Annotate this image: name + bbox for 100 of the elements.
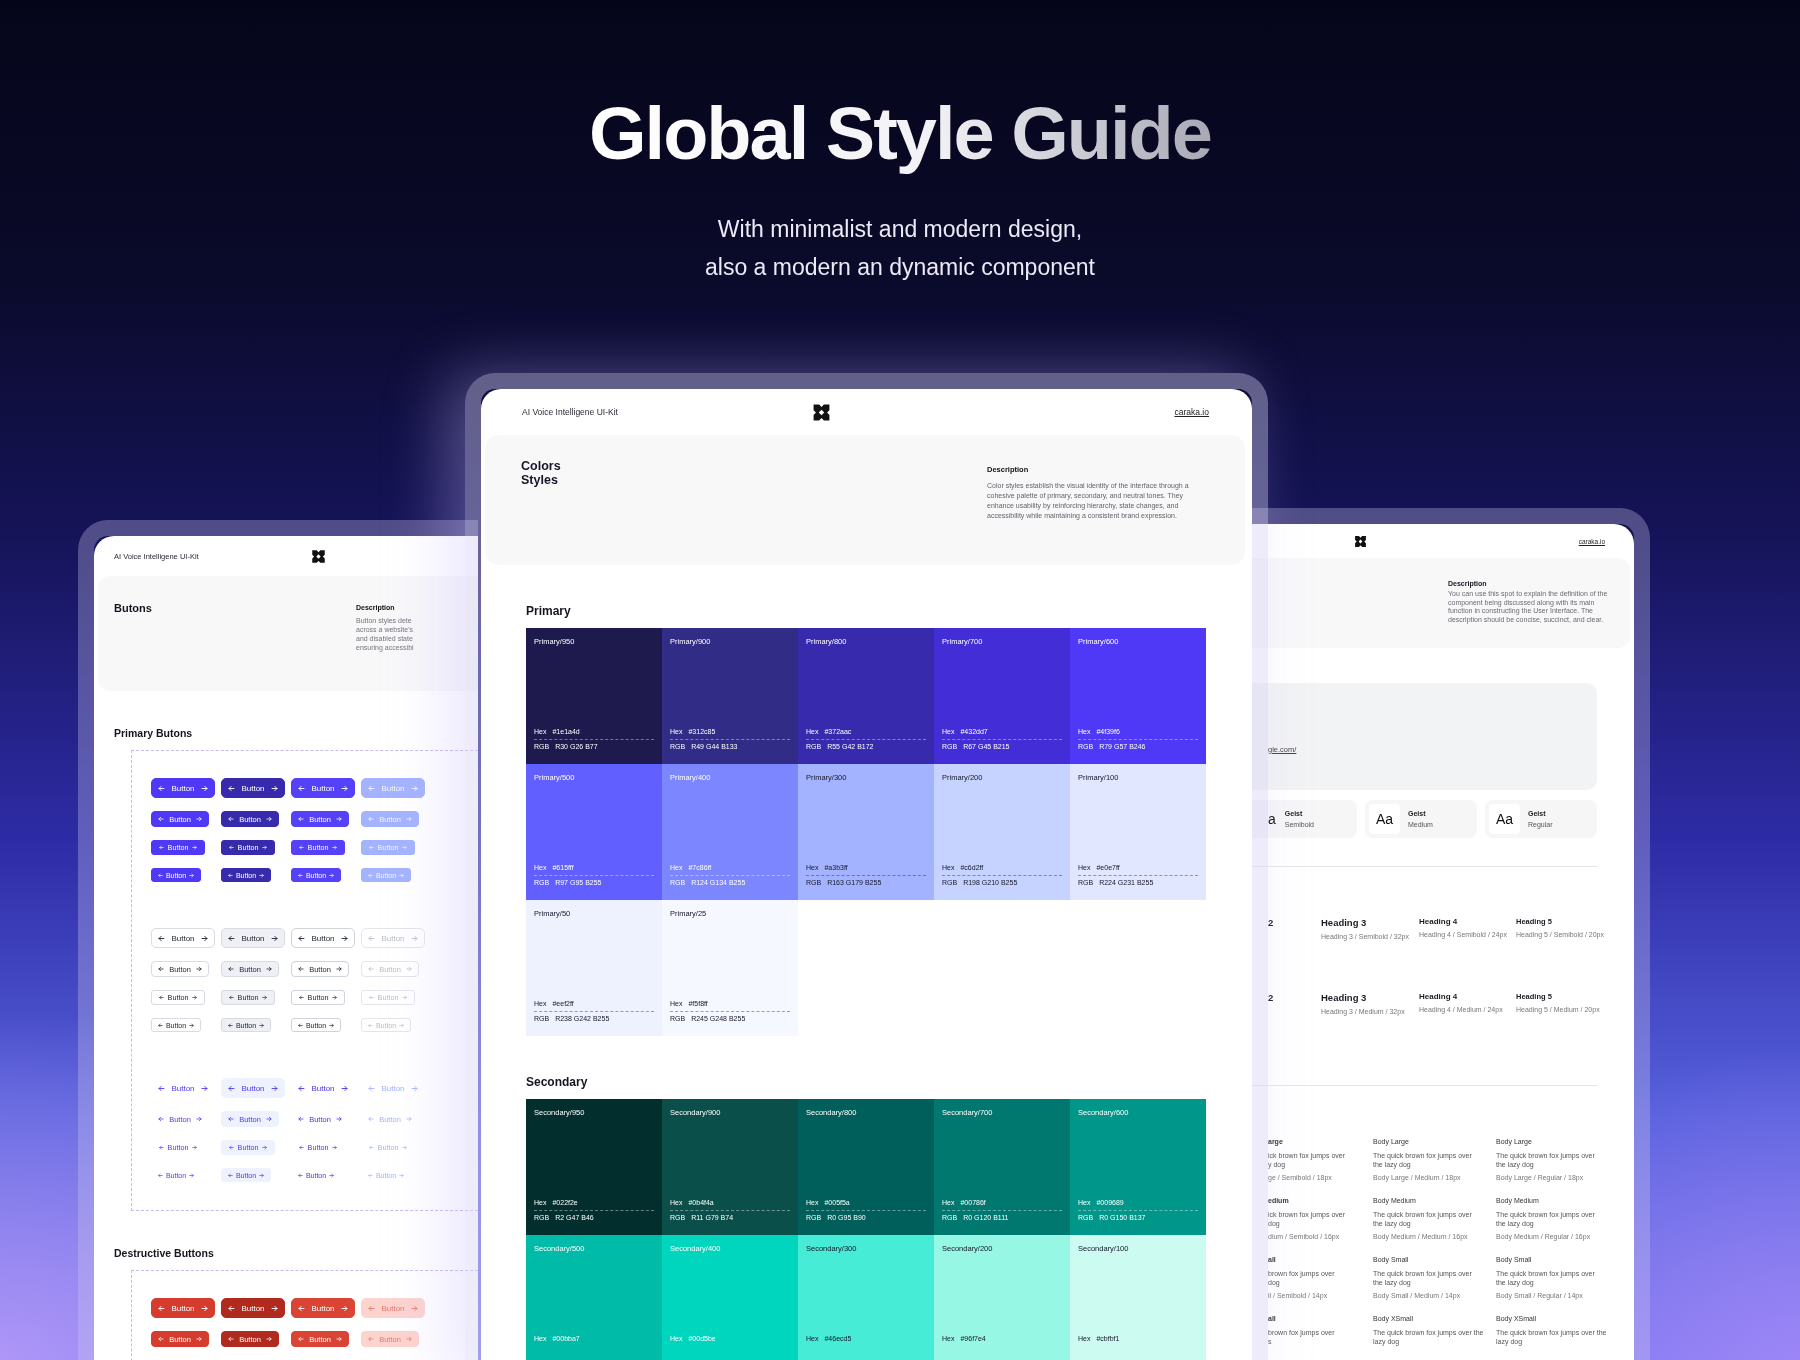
arrow-right-icon bbox=[189, 1172, 195, 1178]
arrow-right-icon bbox=[405, 1336, 412, 1342]
arrow-left-icon bbox=[158, 934, 166, 942]
logo-icon bbox=[311, 548, 326, 564]
arrow-left-icon bbox=[157, 1022, 163, 1028]
demo-button[interactable]: Button bbox=[221, 1078, 285, 1098]
section-title: Primary bbox=[526, 603, 572, 619]
arrow-left-icon bbox=[158, 845, 164, 850]
arrow-left-icon bbox=[298, 845, 304, 850]
arrow-right-icon bbox=[195, 816, 202, 822]
demo-button[interactable]: Button bbox=[151, 778, 215, 798]
arrow-right-icon bbox=[335, 966, 342, 972]
arrow-right-icon bbox=[195, 1336, 202, 1342]
demo-button[interactable]: Button bbox=[221, 778, 285, 798]
font-sample: Aa bbox=[1369, 804, 1400, 834]
arrow-left-icon bbox=[368, 934, 376, 942]
arrow-right-icon bbox=[329, 872, 335, 878]
arrow-right-icon bbox=[270, 1304, 278, 1312]
arrow-right-icon bbox=[192, 995, 198, 1000]
arrow-right-icon bbox=[405, 816, 412, 822]
demo-button[interactable]: Button bbox=[291, 1078, 355, 1098]
arrow-right-icon bbox=[262, 845, 268, 850]
arrow-left-icon bbox=[228, 995, 234, 1000]
arrow-right-icon bbox=[200, 1084, 208, 1092]
arrow-right-icon bbox=[405, 966, 412, 972]
arrow-right-icon bbox=[332, 1145, 338, 1150]
arrow-left-icon bbox=[368, 784, 376, 792]
arrow-right-icon bbox=[410, 1304, 418, 1312]
heading-sample: Heading 4 bbox=[1419, 992, 1459, 1001]
demo-button[interactable]: Button bbox=[291, 1298, 355, 1318]
arrow-right-icon bbox=[410, 784, 418, 792]
arrow-left-icon bbox=[158, 995, 164, 1000]
section-title: Primary Butons bbox=[114, 726, 194, 740]
arrow-left-icon bbox=[298, 816, 305, 822]
logo-icon bbox=[1354, 534, 1367, 548]
arrow-left-icon bbox=[298, 1084, 306, 1092]
arrow-right-icon bbox=[189, 1022, 195, 1028]
arrow-right-icon bbox=[340, 1084, 348, 1092]
arrow-right-icon bbox=[265, 816, 272, 822]
site-link[interactable]: caraka.io bbox=[1174, 407, 1209, 417]
arrow-left-icon bbox=[228, 816, 235, 822]
arrow-right-icon bbox=[270, 1084, 278, 1092]
arrow-right-icon bbox=[410, 934, 418, 942]
demo-button[interactable]: Button bbox=[151, 1078, 215, 1098]
arrow-left-icon bbox=[368, 1336, 375, 1342]
arrow-right-icon bbox=[340, 784, 348, 792]
arrow-right-icon bbox=[265, 1116, 272, 1122]
arrow-right-icon bbox=[402, 1145, 408, 1150]
heading-sample: Heading 3 bbox=[1321, 917, 1368, 928]
section-title: Destructive Buttons bbox=[114, 1246, 215, 1260]
arrow-left-icon bbox=[298, 1145, 304, 1150]
arrow-right-icon bbox=[270, 934, 278, 942]
arrow-right-icon bbox=[265, 1336, 272, 1342]
arrow-left-icon bbox=[367, 1172, 373, 1178]
arrow-left-icon bbox=[158, 816, 165, 822]
arrow-right-icon bbox=[189, 872, 195, 878]
arrow-left-icon bbox=[368, 1116, 375, 1122]
arrow-right-icon bbox=[259, 872, 265, 878]
arrow-right-icon bbox=[340, 934, 348, 942]
arrow-left-icon bbox=[368, 966, 375, 972]
arrow-left-icon bbox=[297, 1172, 303, 1178]
arrow-right-icon bbox=[265, 966, 272, 972]
arrow-right-icon bbox=[192, 1145, 198, 1150]
arrow-right-icon bbox=[335, 1116, 342, 1122]
demo-button[interactable]: Button bbox=[291, 778, 355, 798]
demo-button[interactable]: Button bbox=[151, 1298, 215, 1318]
demo-button[interactable]: Button bbox=[291, 928, 355, 948]
arrow-left-icon bbox=[228, 1116, 235, 1122]
arrow-left-icon bbox=[298, 784, 306, 792]
arrow-right-icon bbox=[332, 995, 338, 1000]
arrow-left-icon bbox=[297, 1022, 303, 1028]
arrow-right-icon bbox=[270, 784, 278, 792]
arrow-right-icon bbox=[399, 1022, 405, 1028]
arrow-right-icon bbox=[262, 1145, 268, 1150]
demo-button[interactable]: Button bbox=[221, 1298, 285, 1318]
page-subtitle: With minimalist and modern design, also a modern an dynamic component bbox=[705, 215, 1095, 282]
arrow-left-icon bbox=[368, 845, 374, 850]
arrow-right-icon bbox=[200, 1304, 208, 1312]
arrow-left-icon bbox=[158, 1304, 166, 1312]
demo-button[interactable]: Button bbox=[221, 928, 285, 948]
page-heading: Butons bbox=[114, 602, 153, 616]
arrow-right-icon bbox=[340, 1304, 348, 1312]
arrow-left-icon bbox=[368, 1084, 376, 1092]
arrow-left-icon bbox=[297, 872, 303, 878]
arrow-left-icon bbox=[228, 934, 236, 942]
demo-button[interactable]: Button bbox=[151, 928, 215, 948]
arrow-right-icon bbox=[332, 845, 338, 850]
arrow-left-icon bbox=[298, 934, 306, 942]
arrow-left-icon bbox=[158, 1336, 165, 1342]
arrow-right-icon bbox=[192, 845, 198, 850]
arrow-right-icon bbox=[200, 784, 208, 792]
arrow-left-icon bbox=[228, 966, 235, 972]
arrow-left-icon bbox=[158, 966, 165, 972]
arrow-right-icon bbox=[410, 1084, 418, 1092]
arrow-right-icon bbox=[329, 1022, 335, 1028]
arrow-left-icon bbox=[368, 995, 374, 1000]
arrow-right-icon bbox=[259, 1172, 265, 1178]
arrow-left-icon bbox=[228, 784, 236, 792]
arrow-right-icon bbox=[195, 1116, 202, 1122]
arrow-left-icon bbox=[367, 1022, 373, 1028]
